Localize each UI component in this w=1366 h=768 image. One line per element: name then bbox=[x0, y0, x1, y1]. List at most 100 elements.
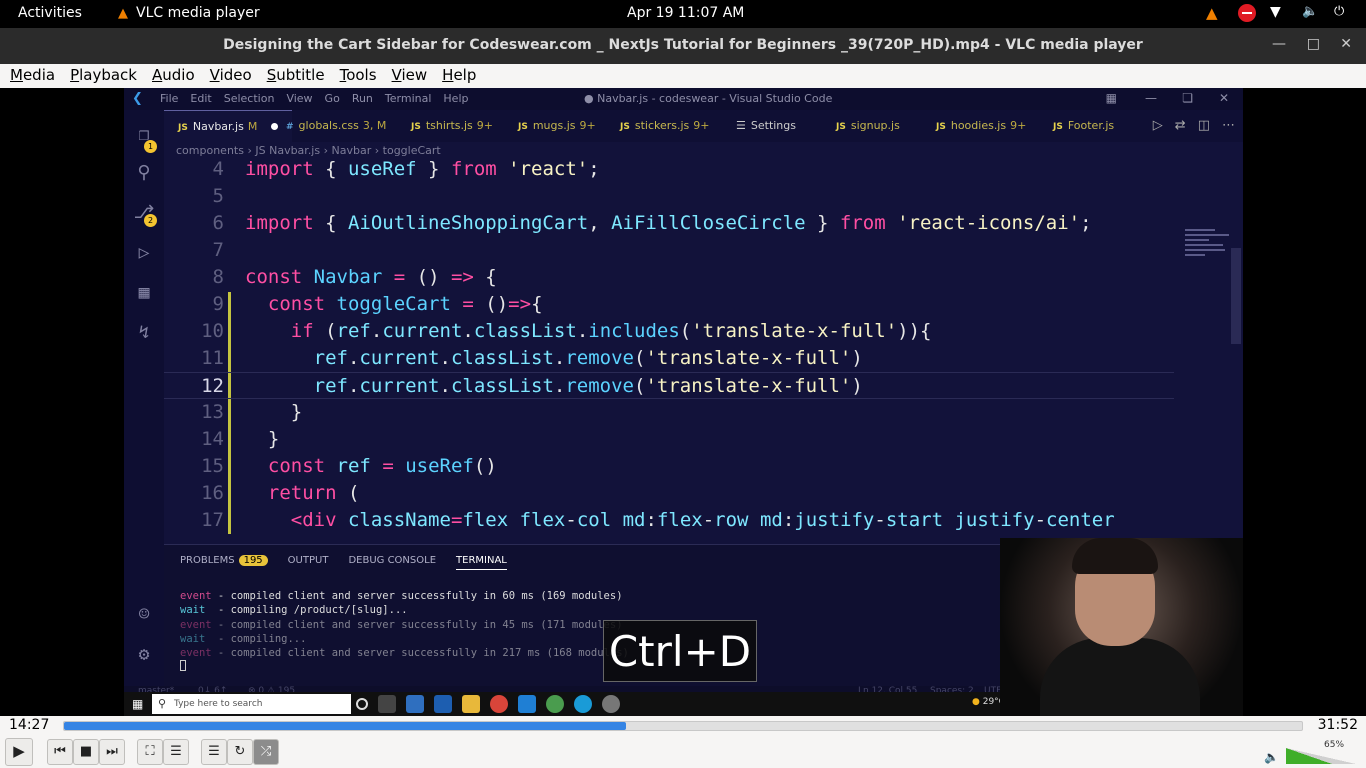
tab-settings: ☰ Settings bbox=[736, 110, 796, 142]
js-file-icon: JS bbox=[936, 122, 946, 132]
tab-label: hoodies.js bbox=[950, 119, 1007, 132]
activity-bar: ❐ 1 ⚲ ⎇ 2 ▷ ▦ ↯ ☺ ⚙ bbox=[124, 110, 164, 686]
vscode-close-icon: ✕ bbox=[1218, 91, 1229, 105]
line-number: 8 bbox=[212, 266, 224, 288]
terminal-level: event bbox=[180, 590, 212, 602]
tab-stickers: JS stickers.js 9+ bbox=[620, 110, 710, 142]
menu-view[interactable]: View bbox=[382, 64, 433, 88]
code-line: 4 import { useRef } from 'react'; bbox=[164, 156, 1174, 183]
line-number: 14 bbox=[201, 428, 224, 450]
minimize-icon[interactable]: — bbox=[1272, 36, 1286, 52]
clock[interactable]: Apr 19 11:07 AM bbox=[627, 5, 744, 21]
line-code: ref.current.classList.remove('translate-… bbox=[313, 375, 863, 397]
line-code: import { useRef } from 'react'; bbox=[245, 158, 600, 180]
menu-playback[interactable]: Playback bbox=[60, 64, 142, 88]
run-icon: ▷ bbox=[1152, 118, 1163, 133]
terminal-level: wait bbox=[180, 604, 206, 617]
seek-row: 14:27 31:52 bbox=[0, 716, 1366, 736]
line-code: const toggleCart = ()=>{ bbox=[267, 293, 543, 315]
total-time[interactable]: 31:52 bbox=[1318, 717, 1358, 733]
editor-scrollbar bbox=[1231, 248, 1241, 344]
run-debug-icon: ▷ bbox=[138, 242, 150, 263]
menu-help[interactable]: Help bbox=[432, 64, 481, 88]
file-explorer-icon bbox=[462, 695, 480, 713]
tab-problems: PROBLEMS 195 bbox=[180, 555, 268, 570]
tab-meta: 3, M bbox=[362, 119, 387, 132]
code-line: 5 bbox=[164, 183, 1174, 210]
activities-button[interactable]: Activities bbox=[18, 5, 82, 21]
wifi-icon[interactable]: ▼ bbox=[1270, 4, 1288, 22]
fullscreen-button[interactable]: ⛶ bbox=[137, 739, 163, 765]
menu-tools[interactable]: Tools bbox=[330, 64, 382, 88]
tab-meta: 9+ bbox=[1010, 119, 1027, 132]
code-line: 12 ref.current.classList.remove('transla… bbox=[164, 372, 1174, 399]
volume-icon[interactable]: 🔈 bbox=[1302, 4, 1320, 22]
js-file-icon: JS bbox=[518, 122, 528, 132]
split-editor-icon: ◫ bbox=[1197, 118, 1210, 133]
video-area[interactable]: ❮ File Edit Selection View Go Run Termin… bbox=[0, 88, 1366, 716]
tab-debug-console: DEBUG CONSOLE bbox=[348, 555, 437, 566]
vscode-menu-item: Go bbox=[324, 92, 340, 105]
line-code: const ref = useRef() bbox=[267, 455, 497, 477]
presenter-hair bbox=[1072, 538, 1158, 574]
window-title-bar: Designing the Cart Sidebar for Codeswear… bbox=[0, 28, 1366, 64]
code-editor: 4 import { useRef } from 'react'; 5 6 import… bbox=[164, 156, 1243, 544]
panel-tabs: PROBLEMS 195 OUTPUT DEBUG CONSOLE TERMINA… bbox=[180, 555, 507, 570]
tab-meta: 9+ bbox=[693, 119, 710, 132]
terminal-level: wait bbox=[180, 632, 206, 645]
terminal-message: - compiled client and server successfull… bbox=[211, 618, 623, 631]
presenter-body bbox=[1040, 638, 1200, 716]
js-file-icon: JS bbox=[836, 122, 846, 132]
loop-button[interactable]: ↻ bbox=[227, 739, 253, 765]
explorer-badge: 1 bbox=[144, 140, 157, 153]
webcam-overlay bbox=[1000, 538, 1243, 716]
extended-settings-button[interactable]: ☰ bbox=[163, 739, 189, 765]
tab-label: mugs.js bbox=[532, 119, 576, 132]
editor-actions: ▷ ⇄ ◫ ⋯ bbox=[1153, 118, 1235, 133]
vscode-window-title: ● Navbar.js - codeswear - Visual Studio … bbox=[584, 92, 833, 105]
js-file-icon: JS bbox=[620, 122, 630, 132]
maximize-icon[interactable]: □ bbox=[1307, 36, 1320, 52]
power-icon[interactable]: ⏻ bbox=[1334, 4, 1352, 22]
tab-output: OUTPUT bbox=[287, 555, 329, 566]
menu-video[interactable]: Video bbox=[200, 64, 257, 88]
app-menu[interactable]: ▲ VLC media player bbox=[118, 5, 260, 21]
close-icon[interactable]: ✕ bbox=[1340, 36, 1352, 52]
line-code: const Navbar = () => { bbox=[245, 266, 497, 288]
search-placeholder: Type here to search bbox=[174, 699, 263, 709]
layout-icon: ▦ bbox=[1105, 91, 1117, 105]
search-icon: ⚲ bbox=[158, 697, 167, 710]
line-number: 12 bbox=[201, 375, 224, 397]
volume-percent: 65% bbox=[1324, 740, 1345, 750]
window-title: Designing the Cart Sidebar for Codeswear… bbox=[223, 37, 1143, 53]
play-button[interactable]: ▶ bbox=[5, 738, 33, 766]
seek-slider[interactable] bbox=[63, 721, 1303, 731]
stop-button[interactable]: ■ bbox=[73, 739, 99, 765]
playlist-button[interactable]: ☰ bbox=[201, 739, 227, 765]
line-number: 7 bbox=[212, 239, 224, 261]
lightning-icon: ↯ bbox=[138, 322, 150, 343]
edge-icon bbox=[574, 695, 592, 713]
vscode-menu-item: Edit bbox=[190, 92, 212, 105]
playback-controls: ▶ ⏮ ■ ⏭ ⛶ ☰ ☰ ↻ ⤮ 🔈 65% bbox=[0, 736, 1366, 768]
do-not-disturb-icon[interactable] bbox=[1238, 4, 1256, 22]
system-tray[interactable]: ▲ ▼ 🔈 ⏻ bbox=[1206, 4, 1352, 22]
vlc-tray-icon[interactable]: ▲ bbox=[1206, 4, 1224, 22]
vlc-cone-icon: ▲ bbox=[118, 5, 128, 21]
chrome-icon bbox=[546, 695, 564, 713]
terminal-message: - compiling... bbox=[205, 632, 307, 645]
shuffle-button[interactable]: ⤮ bbox=[253, 739, 279, 765]
terminal-cursor bbox=[180, 660, 186, 672]
vscode-menu-item: Selection bbox=[223, 92, 275, 105]
line-code: if (ref.current.classList.includes('tran… bbox=[290, 320, 932, 342]
terminal-message: - compiled client and server successfull… bbox=[211, 590, 623, 602]
menu-subtitle[interactable]: Subtitle bbox=[257, 64, 330, 88]
seek-progress bbox=[64, 722, 627, 730]
previous-button[interactable]: ⏮ bbox=[47, 739, 73, 765]
next-button[interactable]: ⏭ bbox=[99, 739, 125, 765]
menu-media[interactable]: Media bbox=[0, 64, 60, 88]
menu-audio[interactable]: Audio bbox=[142, 64, 200, 88]
tab-signup: JS signup.js bbox=[836, 110, 900, 142]
elapsed-time[interactable]: 14:27 bbox=[9, 717, 49, 733]
tab-navbar: JS Navbar.js M bbox=[164, 110, 292, 142]
